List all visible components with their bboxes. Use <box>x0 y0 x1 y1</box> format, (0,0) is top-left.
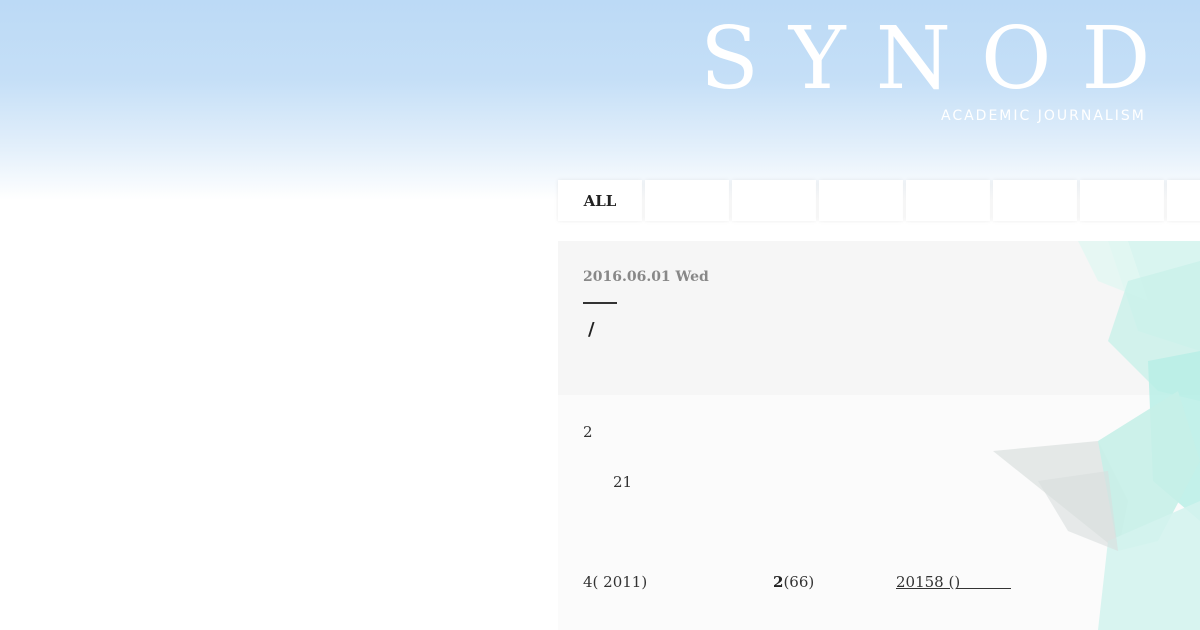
tab-category-3[interactable] <box>732 180 816 221</box>
tab-category-5[interactable] <box>906 180 990 221</box>
article-text-line-3c-link[interactable]: 20158 () <box>896 573 960 591</box>
article-title[interactable]: / <box>588 319 595 340</box>
tab-category-8[interactable] <box>1167 180 1200 221</box>
tab-all[interactable]: ALL <box>558 180 642 221</box>
article-text-line-3a: 4( 2011) <box>583 573 648 591</box>
article-card[interactable]: 2016.06.01 Wed / 2 21 4( 2011) 2(66) 201… <box>558 241 1200 630</box>
article-text-line-3b-bold: 2 <box>773 573 784 591</box>
tab-category-7[interactable] <box>1080 180 1164 221</box>
article-text-line-1: 2 <box>583 423 593 441</box>
page: SYNOD ACADEMIC JOURNALISM ALL 2016.06.01… <box>0 0 1200 630</box>
date-divider <box>583 302 617 304</box>
site-title: SYNOD <box>700 9 1181 109</box>
tab-category-6[interactable] <box>993 180 1077 221</box>
tab-category-2[interactable] <box>645 180 729 221</box>
article-text-line-2: 21 <box>613 473 633 491</box>
site-subtitle: ACADEMIC JOURNALISM <box>941 108 1146 124</box>
link-underline-extension <box>956 588 1011 589</box>
site-logo[interactable]: SYNOD ACADEMIC JOURNALISM <box>700 8 1200 138</box>
category-tabs: ALL <box>558 180 1200 221</box>
decorative-crystal-image <box>993 241 1200 630</box>
tab-category-4[interactable] <box>819 180 903 221</box>
article-text-line-3b-rest: (66) <box>783 573 815 591</box>
article-text-line-3b: 2(66) <box>773 573 814 591</box>
article-date: 2016.06.01 Wed <box>583 269 709 285</box>
